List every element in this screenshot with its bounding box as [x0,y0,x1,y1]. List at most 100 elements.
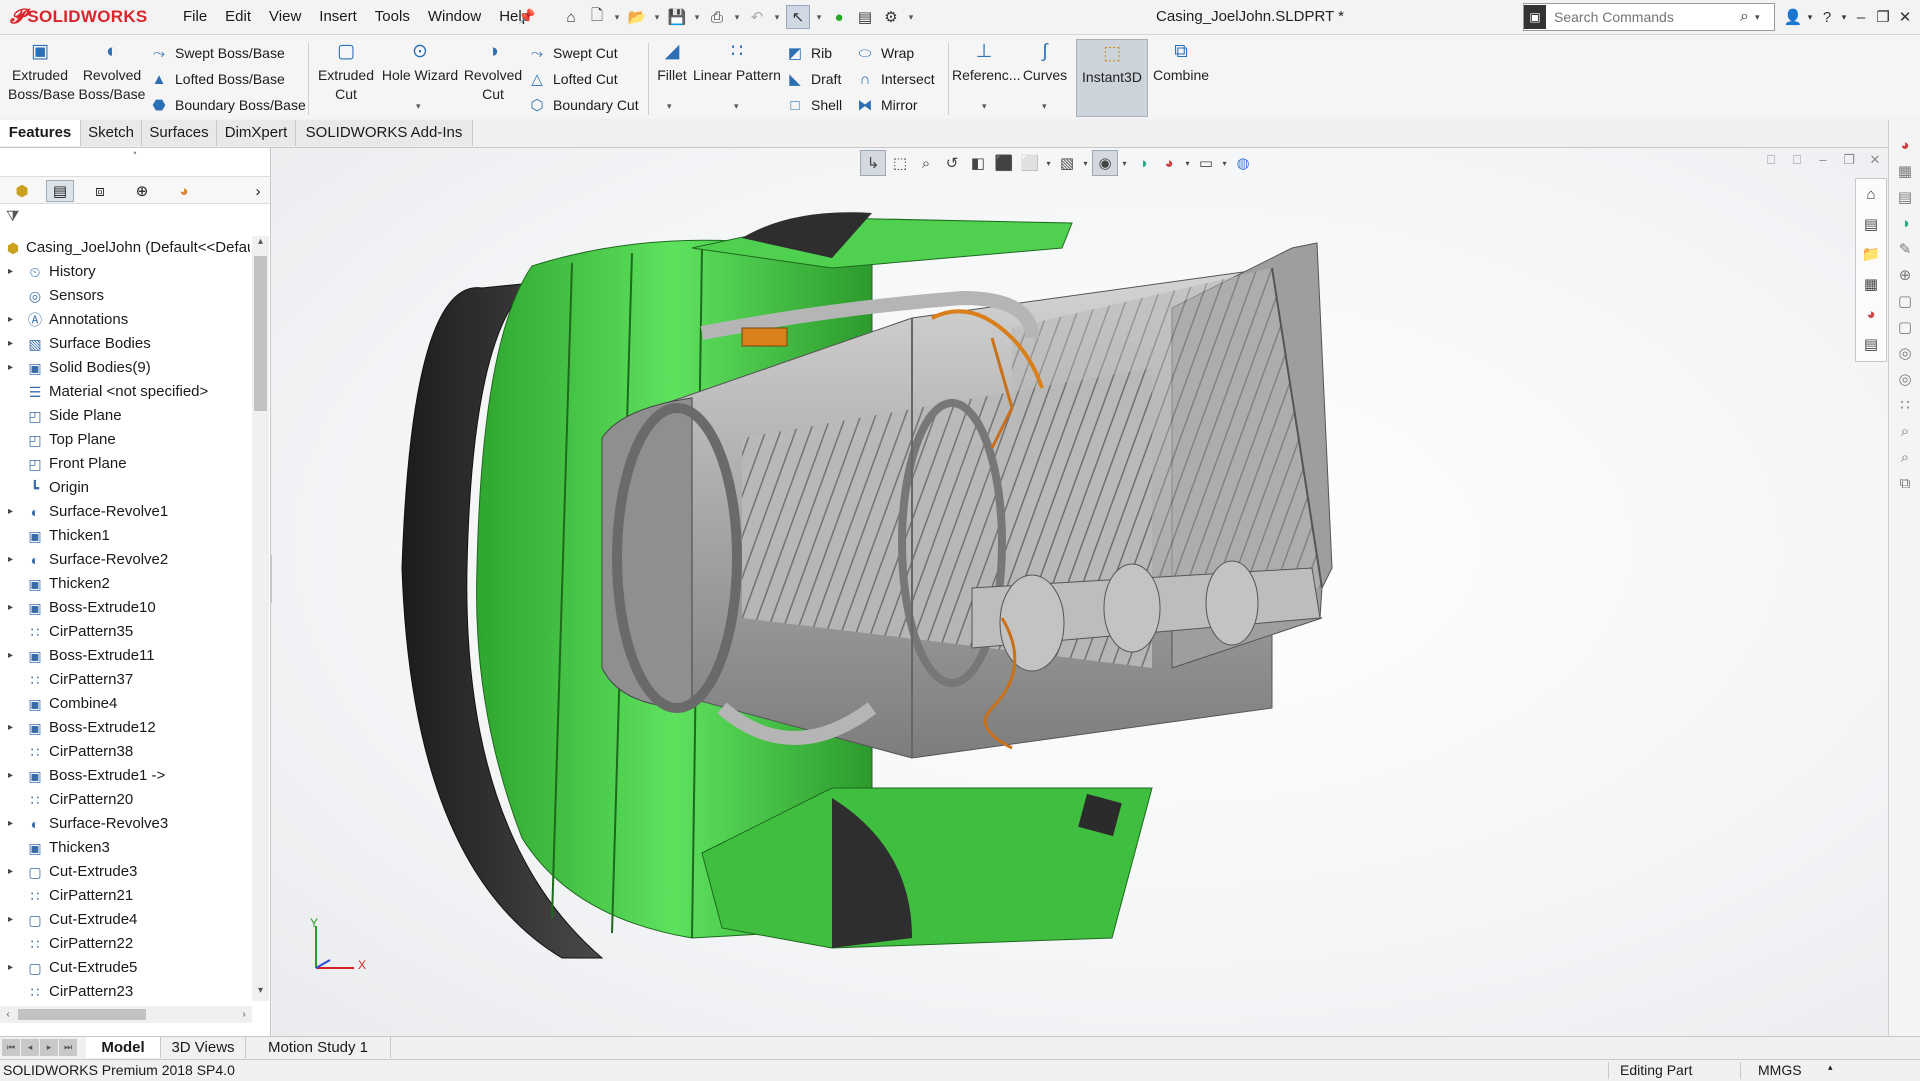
tree-item[interactable]: ◰ Front Plane [0,452,250,476]
expand-arrow-icon[interactable]: ▸ [8,644,13,668]
tree-horizontal-scrollbar[interactable]: ‹ › [0,1006,252,1023]
feature-manager-icon[interactable]: ⬢ [8,180,36,202]
expand-arrow-icon[interactable]: ▸ [8,860,13,884]
expand-arrow-icon[interactable]: ▸ [8,596,13,620]
menu-insert[interactable]: Insert [310,0,366,34]
tree-item[interactable]: ∷ CirPattern22 [0,932,250,956]
tab-features[interactable]: Features [0,120,81,146]
tree-item[interactable]: ▸ ▣ Boss-Extrude1 -> [0,764,250,788]
tab-icon-7[interactable]: ▢ [1894,290,1916,312]
units-selector[interactable]: MMGS [1758,1062,1802,1078]
first-tab-icon[interactable]: ⏮ [2,1039,20,1056]
search-input[interactable] [1546,8,1736,26]
help-icon[interactable]: ? [1816,9,1838,26]
tab-icon-12[interactable]: ⌕ [1894,420,1916,442]
extruded-boss-button[interactable]: ▣ Extruded Boss/Base [8,41,75,104]
prev-tab-icon[interactable]: ◂ [21,1039,39,1056]
tab-addins[interactable]: SOLIDWORKS Add-Ins [296,120,473,146]
expand-arrow-icon[interactable]: ▸ [8,332,13,356]
tab-icon-13[interactable]: ⌕ [1894,446,1916,468]
menu-window[interactable]: Window [419,0,490,34]
tree-item[interactable]: ▸ ▢ Cut-Extrude3 [0,860,250,884]
options-dropdown-icon[interactable]: ▾ [906,6,916,28]
solidworks-logo[interactable]: 𝓟 SOLIDWORKS [10,2,156,32]
hole-wizard-dropdown-icon[interactable]: ▾ [416,101,421,112]
close-icon[interactable]: ✕ [1894,8,1916,26]
lofted-cut-button[interactable]: △ Lofted Cut [528,66,639,92]
tree-item[interactable]: ∷ CirPattern37 [0,668,250,692]
file-properties-icon[interactable]: ▤ [854,6,876,28]
open-dropdown-icon[interactable]: ▾ [652,6,662,28]
tab-model[interactable]: Model [86,1037,161,1058]
minimize-icon[interactable]: ‒ [1850,9,1872,26]
draft-button[interactable]: ◣ Draft [786,66,842,92]
tab-icon-9[interactable]: ◎ [1894,342,1916,364]
scroll-down-icon[interactable]: ▾ [252,985,269,1001]
undo-icon[interactable]: ↶ [746,6,768,28]
expand-arrow-icon[interactable]: ▸ [8,956,13,980]
tree-item[interactable]: ◰ Top Plane [0,428,250,452]
tree-item[interactable]: ▸ ◐ Surface-Revolve3 [0,812,250,836]
linear-pattern-dropdown-icon[interactable]: ▾ [734,101,739,112]
tree-item[interactable]: ▸ ▧ Surface Bodies [0,332,250,356]
solidworks-resources-icon[interactable]: ◕ [1894,134,1916,156]
expand-arrow-icon[interactable]: ▸ [8,500,13,524]
tab-surfaces[interactable]: Surfaces [142,120,217,146]
tree-item[interactable]: ☰ Material <not specified> [0,380,250,404]
curves-dropdown-icon[interactable]: ▾ [1042,101,1047,112]
tree-item[interactable]: ▸ ▣ Boss-Extrude11 [0,644,250,668]
rib-button[interactable]: ◩ Rib [786,40,842,66]
tree-item[interactable]: ▸ ⏲ History [0,260,250,284]
extruded-cut-button[interactable]: ▢ Extruded Cut [314,41,378,104]
tree-item[interactable]: ▣ Thicken1 [0,524,250,548]
tree-item[interactable]: ▸ ▣ Solid Bodies(9) [0,356,250,380]
reference-geometry-button[interactable]: ⊥ Referenc... [952,41,1020,85]
search-commands-box[interactable]: ▣ ⌕ ▾ [1523,3,1775,31]
linear-pattern-button[interactable]: ∷ Linear Pattern [692,41,782,85]
expand-arrow-icon[interactable]: ▸ [8,908,13,932]
menu-edit[interactable]: Edit [216,0,260,34]
design-library-icon[interactable]: ▤ [1860,213,1882,235]
tree-item[interactable]: ∷ CirPattern20 [0,788,250,812]
tree-item[interactable]: ▣ Combine4 [0,692,250,716]
menu-view[interactable]: View [260,0,310,34]
menu-tools[interactable]: Tools [366,0,419,34]
print-icon[interactable]: ⎙ [706,6,728,28]
traffic-light-icon[interactable]: ● [828,6,850,28]
scroll-up-icon[interactable]: ▴ [252,236,269,252]
tree-root[interactable]: ⬢ Casing_JoelJohn (Default<<Default> [0,236,250,260]
last-tab-icon[interactable]: ⏭ [59,1039,77,1056]
tree-item[interactable]: ▸ ▣ Boss-Extrude10 [0,596,250,620]
panel-expand-icon[interactable]: › [244,180,272,202]
search-icon[interactable]: ⌕ [1740,8,1749,26]
tree-item[interactable]: ◰ Side Plane [0,404,250,428]
target-tab-icon[interactable]: ⊕ [1894,264,1916,286]
tree-item[interactable]: ▸ ▢ Cut-Extrude5 [0,956,250,980]
hole-wizard-button[interactable]: ⊙ Hole Wizard [380,41,460,85]
tree-vertical-scrollbar[interactable]: ▴ ▾ [252,236,269,1001]
pin-icon[interactable]: 📌 [518,8,535,24]
shell-button[interactable]: □ Shell [786,92,842,118]
user-dropdown-icon[interactable]: ▾ [1804,12,1816,23]
curves-button[interactable]: ∫ Curves [1020,41,1070,85]
swept-cut-button[interactable]: ⤳ Swept Cut [528,40,639,66]
tree-item[interactable]: ▣ Thicken2 [0,572,250,596]
tab-icon-11[interactable]: ∷ [1894,394,1916,416]
expand-arrow-icon[interactable]: ▸ [8,548,13,572]
tree-item[interactable]: ∷ CirPattern23 [0,980,250,996]
tab-icon-10[interactable]: ◎ [1894,368,1916,390]
units-dropdown-icon[interactable]: ▴ [1828,1062,1833,1073]
menu-file[interactable]: File [174,0,216,34]
tree-item[interactable]: ▸ Ⓐ Annotations [0,308,250,332]
swept-boss-button[interactable]: ⤳ Swept Boss/Base [150,40,306,66]
boundary-cut-button[interactable]: ⬡ Boundary Cut [528,92,638,118]
property-manager-icon[interactable]: ▤ [46,180,74,202]
appearances-tab-icon[interactable]: ◑ [1894,212,1916,234]
design-library-tab-icon[interactable]: ▦ [1894,160,1916,182]
tree-item[interactable]: ∷ CirPattern38 [0,740,250,764]
select-cursor-icon[interactable]: ↖ [786,5,810,29]
tab-3d-views[interactable]: 3D Views [161,1037,246,1058]
expand-arrow-icon[interactable]: ▸ [8,764,13,788]
dimxpert-manager-icon[interactable]: ⊕ [128,180,156,202]
custom-properties-icon[interactable]: ▤ [1860,333,1882,355]
